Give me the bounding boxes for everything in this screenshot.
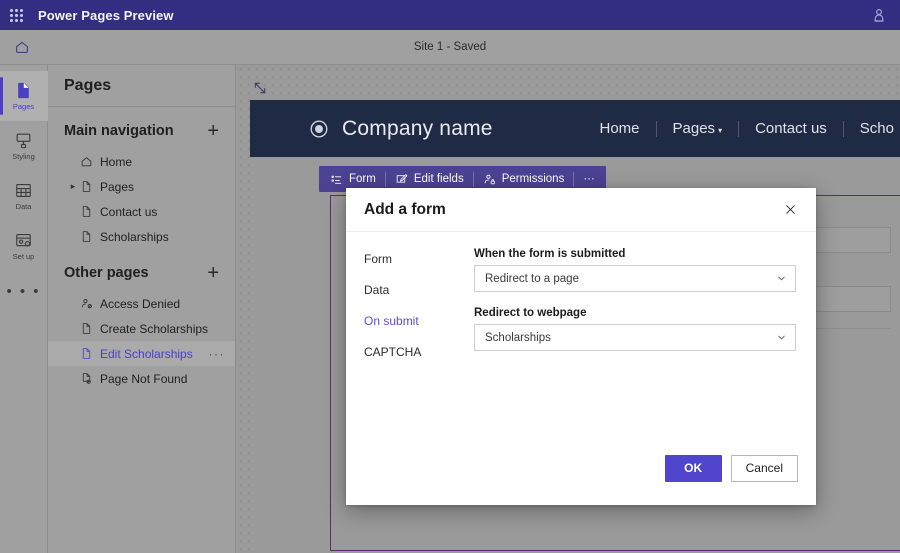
dialog-footer: OK Cancel	[346, 443, 816, 505]
dialog-header: Add a form	[346, 188, 816, 232]
redirect-webpage-dropdown[interactable]: Scholarships	[474, 324, 796, 351]
when-submitted-dropdown[interactable]: Redirect to a page	[474, 265, 796, 292]
dialog-fields: When the form is submitted Redirect to a…	[474, 248, 798, 461]
when-submitted-value: Redirect to a page	[485, 273, 579, 285]
cancel-button[interactable]: Cancel	[731, 455, 798, 482]
redirect-webpage-value: Scholarships	[485, 332, 551, 344]
dialog-tab-captcha[interactable]: CAPTCHA	[364, 345, 474, 359]
add-a-form-dialog: Add a form Form Data On submit CAPTCHA W…	[346, 188, 816, 505]
dialog-title: Add a form	[364, 201, 446, 219]
dialog-tab-list: Form Data On submit CAPTCHA	[364, 248, 474, 461]
ok-button[interactable]: OK	[665, 455, 722, 482]
chevron-down-icon	[776, 332, 787, 343]
dialog-tab-on-submit[interactable]: On submit	[364, 314, 474, 328]
when-submitted-label: When the form is submitted	[474, 248, 796, 260]
dialog-tab-data[interactable]: Data	[364, 283, 474, 297]
dialog-body: Form Data On submit CAPTCHA When the for…	[346, 232, 816, 461]
close-icon[interactable]	[776, 196, 804, 224]
chevron-down-icon	[776, 273, 787, 284]
redirect-webpage-label: Redirect to webpage	[474, 307, 796, 319]
power-pages-app: Power Pages Preview Site 1 - Saved Pages	[0, 0, 900, 553]
dialog-tab-form[interactable]: Form	[364, 252, 474, 266]
